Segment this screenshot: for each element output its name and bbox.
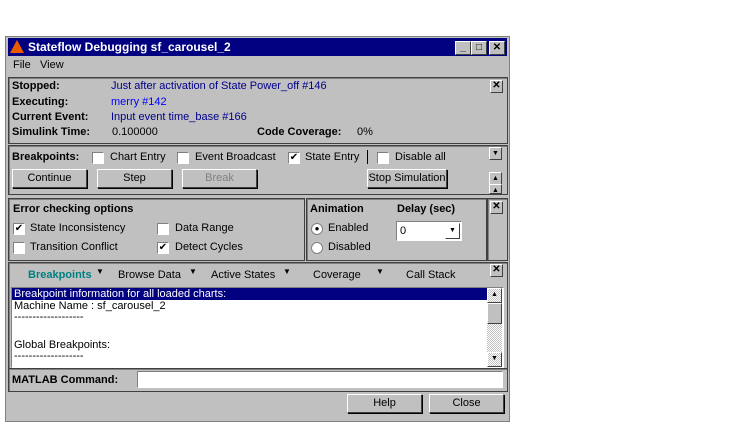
detect-cycles-label: Detect Cycles bbox=[175, 241, 243, 253]
divider bbox=[367, 150, 368, 164]
disable-all-label: Disable all bbox=[395, 151, 446, 163]
help-button[interactable]: Help bbox=[347, 394, 422, 413]
collapse-arrow-icon[interactable]: ▼ bbox=[489, 147, 502, 160]
executing-label: Executing: bbox=[12, 96, 69, 108]
error-options-title: Error checking options bbox=[13, 203, 134, 215]
scrollbar[interactable]: ▲ ▼ bbox=[487, 288, 502, 367]
scroll-thumb[interactable] bbox=[487, 303, 502, 324]
output-line[interactable]: Machine Name : sf_carousel_2 bbox=[12, 300, 503, 313]
stopped-label: Stopped: bbox=[12, 80, 60, 92]
tab-coverage[interactable]: Coverage bbox=[313, 269, 361, 281]
detect-cycles-checkbox[interactable]: ✔ bbox=[157, 242, 169, 254]
output-line[interactable]: Global Breakpoints: bbox=[12, 339, 503, 352]
executing-value[interactable]: merry #142 bbox=[111, 96, 167, 108]
tab-browse-data[interactable]: Browse Data bbox=[118, 269, 181, 281]
scroll-down-icon[interactable]: ▼ bbox=[487, 352, 502, 367]
dropdown-arrow-icon[interactable]: ▼ bbox=[283, 267, 291, 276]
delay-label: Delay (sec) bbox=[397, 203, 456, 215]
delay-select[interactable]: 0 ▼ bbox=[396, 221, 462, 241]
step-button[interactable]: Step bbox=[97, 169, 172, 188]
title-bar: Stateflow Debugging sf_carousel_2 _ □ ✕ bbox=[8, 38, 507, 56]
tab-active-states[interactable]: Active States bbox=[211, 269, 275, 281]
dropdown-arrow-icon[interactable]: ▼ bbox=[189, 267, 197, 276]
time-label: Simulink Time: bbox=[12, 126, 91, 138]
stop-simulation-button[interactable]: Stop Simulation bbox=[367, 169, 447, 188]
window-title: Stateflow Debugging sf_carousel_2 bbox=[28, 40, 231, 54]
close-info-panel-icon[interactable]: ✕ bbox=[490, 264, 503, 277]
event-broadcast-label: Event Broadcast bbox=[195, 151, 276, 163]
enabled-label: Enabled bbox=[328, 222, 369, 234]
data-range-label: Data Range bbox=[175, 222, 234, 234]
disabled-label: Disabled bbox=[328, 241, 371, 253]
transition-conflict-checkbox[interactable] bbox=[13, 242, 25, 254]
close-options-panel-icon[interactable]: ✕ bbox=[490, 201, 503, 214]
scroll-up-icon[interactable]: ▲ bbox=[487, 288, 502, 303]
output-line[interactable]: ------------------- bbox=[12, 312, 503, 326]
animation-title: Animation bbox=[310, 203, 364, 215]
chart-entry-label: Chart Entry bbox=[110, 151, 166, 163]
disable-all-checkbox[interactable] bbox=[377, 152, 389, 164]
data-range-checkbox[interactable] bbox=[157, 223, 169, 235]
state-entry-checkbox[interactable]: ✔ bbox=[288, 152, 300, 164]
matlab-logo-icon bbox=[10, 40, 24, 53]
breakpoints-label: Breakpoints: bbox=[12, 151, 80, 163]
enabled-radio[interactable]: ● bbox=[311, 223, 323, 235]
menu-view[interactable]: View bbox=[40, 59, 64, 71]
break-button[interactable]: Break bbox=[182, 169, 257, 188]
chart-entry-checkbox[interactable] bbox=[92, 152, 104, 164]
chevron-down-icon[interactable]: ▼ bbox=[445, 223, 460, 239]
close-status-panel-icon[interactable]: ✕ bbox=[490, 80, 503, 93]
close-window-button[interactable]: ✕ bbox=[489, 41, 505, 55]
state-inconsistency-checkbox[interactable]: ✔ bbox=[13, 223, 25, 235]
tab-call-stack[interactable]: Call Stack bbox=[406, 269, 456, 281]
minimize-button[interactable]: _ bbox=[455, 41, 471, 55]
output-line[interactable]: ------------------- bbox=[12, 351, 503, 365]
output-line[interactable] bbox=[12, 326, 503, 339]
move-up-icon-2[interactable]: ▲ bbox=[489, 184, 502, 194]
output-line[interactable]: Breakpoint information for all loaded ch… bbox=[12, 288, 489, 300]
state-inconsistency-label: State Inconsistency bbox=[30, 222, 126, 234]
stopped-value: Just after activation of State Power_off… bbox=[111, 80, 327, 92]
event-broadcast-checkbox[interactable] bbox=[177, 152, 189, 164]
transition-conflict-label: Transition Conflict bbox=[30, 241, 118, 253]
event-value: Input event time_base #166 bbox=[111, 111, 247, 123]
state-entry-label: State Entry bbox=[305, 151, 360, 163]
continue-button[interactable]: Continue bbox=[12, 169, 87, 188]
maximize-button[interactable]: □ bbox=[471, 41, 487, 55]
matlab-command-input[interactable] bbox=[137, 371, 503, 388]
event-label: Current Event: bbox=[12, 111, 89, 123]
disabled-radio[interactable] bbox=[311, 242, 323, 254]
coverage-value: 0% bbox=[357, 126, 373, 138]
command-label: MATLAB Command: bbox=[12, 374, 119, 386]
output-list[interactable]: Breakpoint information for all loaded ch… bbox=[11, 287, 504, 368]
dropdown-arrow-icon[interactable]: ▼ bbox=[376, 267, 384, 276]
close-button[interactable]: Close bbox=[429, 394, 504, 413]
time-value: 0.100000 bbox=[112, 126, 158, 138]
coverage-label: Code Coverage: bbox=[257, 126, 342, 138]
delay-value: 0 bbox=[400, 225, 407, 237]
tab-breakpoints[interactable]: Breakpoints bbox=[28, 269, 92, 281]
menu-file[interactable]: File bbox=[13, 59, 31, 71]
